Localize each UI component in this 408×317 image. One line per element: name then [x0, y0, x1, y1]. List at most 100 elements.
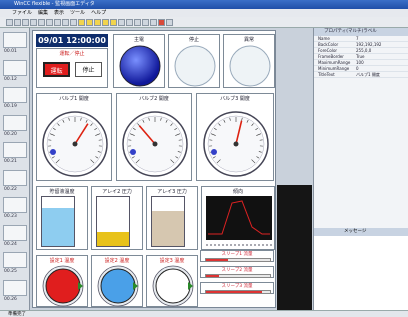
- property-value[interactable]: 255,0,0: [354, 48, 408, 53]
- tank-fill: [97, 232, 129, 246]
- gauge-dial[interactable]: [117, 94, 193, 182]
- save-icon[interactable]: [22, 18, 29, 26]
- image-icon[interactable]: [110, 18, 117, 26]
- undo-icon[interactable]: [54, 18, 61, 26]
- tank-level: [96, 196, 130, 247]
- slider-1[interactable]: スリーブ1 流量: [200, 250, 274, 262]
- clock-display: 09/01 12:00:00: [36, 34, 108, 47]
- tank-panel-2: アレイ2 圧力: [91, 186, 143, 250]
- align-center-icon[interactable]: [126, 18, 133, 26]
- properties-pane: プロパティ(マルチ)ラベル Name 7 BackColor 192,192,192 F…: [313, 28, 408, 228]
- slider-track[interactable]: [205, 274, 271, 278]
- pointer-icon[interactable]: [70, 18, 77, 26]
- slider-title: スリーブ1 流量: [221, 252, 253, 257]
- screen-thumbnail[interactable]: [3, 252, 27, 268]
- zoom-icon[interactable]: [166, 18, 173, 26]
- menu-file[interactable]: ファイル: [12, 9, 32, 17]
- tank-panel-1: 貯留液温度: [36, 186, 88, 250]
- knob-dial[interactable]: [37, 256, 89, 308]
- property-value[interactable]: バルブ1 開度: [354, 72, 408, 77]
- knob-body: [100, 268, 136, 304]
- screen-thumbnail[interactable]: [3, 114, 27, 131]
- property-value[interactable]: True: [354, 54, 408, 59]
- stop-button[interactable]: 停止: [75, 62, 102, 77]
- property-value[interactable]: 100: [354, 60, 408, 65]
- property-value[interactable]: 7: [354, 36, 408, 41]
- property-key: TitleText: [318, 72, 335, 77]
- knob-panel-3: 設定3 温度: [146, 255, 198, 307]
- menu-help[interactable]: ヘルプ: [91, 9, 106, 17]
- tank-fill: [42, 207, 74, 246]
- menu-edit[interactable]: 編集: [38, 9, 48, 17]
- gauge-panel-1: バルブ1 開度: [36, 93, 112, 181]
- gauge-panel-3: バルブ3 開度: [196, 93, 274, 181]
- property-key: MinimumRange: [318, 66, 350, 71]
- align-left-icon[interactable]: [118, 18, 125, 26]
- slider-track[interactable]: [205, 290, 271, 294]
- redo-icon[interactable]: [62, 18, 69, 26]
- tank-title: 貯留液温度: [49, 189, 75, 195]
- run-stop-panel: 運転／停止 運転 停止: [36, 48, 108, 88]
- message-pane: メッセージ: [313, 228, 408, 312]
- gauge-indicator: [50, 149, 56, 155]
- ellipse-icon[interactable]: [94, 18, 101, 26]
- knob-body: [155, 268, 191, 304]
- lamp-panel-fault: 異常: [223, 34, 275, 88]
- slider-2[interactable]: スリーブ2 流量: [200, 266, 274, 278]
- slider-title: スリーブ2 流量: [221, 268, 253, 273]
- screen-thumbnail-label: 00.01: [4, 49, 17, 54]
- screen-thumbnail[interactable]: [3, 197, 27, 213]
- ungroup-icon[interactable]: [150, 18, 157, 26]
- run-icon[interactable]: [158, 18, 165, 26]
- lamp-panel-stop: 停止: [168, 34, 220, 88]
- property-key: BackColor: [318, 42, 339, 47]
- screen-thumbnail[interactable]: [3, 87, 27, 103]
- slider-fill: [206, 259, 229, 261]
- screen-thumbnail-label: 00.22: [4, 186, 17, 192]
- slider-fill: [206, 291, 263, 293]
- screen-thumbnail-label: 00.20: [4, 131, 17, 137]
- cut-icon[interactable]: [30, 18, 37, 26]
- slider-fill: [206, 275, 219, 277]
- slider-track[interactable]: [205, 258, 271, 262]
- gauge-dial[interactable]: [197, 94, 275, 182]
- property-key: FrameBorder: [318, 54, 344, 59]
- gauge-indicator: [211, 149, 217, 155]
- property-value[interactable]: 0: [354, 66, 408, 71]
- knob-panel-2: 設定2 温度: [91, 255, 143, 307]
- screen-thumbnail-label: 00.25: [4, 269, 17, 274]
- screen-thumbnail[interactable]: [3, 279, 27, 296]
- gauge-indicator: [130, 149, 136, 155]
- gauge-panel-2: バルブ2 開度: [116, 93, 192, 181]
- paste-icon[interactable]: [46, 18, 53, 26]
- screen-thumbnail[interactable]: [3, 142, 27, 158]
- property-row[interactable]: TitleText バルブ1 開度: [314, 72, 408, 78]
- gauge-dial[interactable]: [37, 94, 113, 182]
- gauge-hub: [233, 141, 239, 147]
- menu-tools[interactable]: ツール: [70, 9, 85, 17]
- tank-fill: [152, 210, 184, 246]
- rect-icon[interactable]: [86, 18, 93, 26]
- knob-dial[interactable]: [147, 256, 199, 308]
- lamp-panel-main: 主電: [113, 34, 165, 88]
- screen-thumbnail[interactable]: [3, 169, 27, 186]
- align-right-icon[interactable]: [134, 18, 141, 26]
- shape-icon[interactable]: [78, 18, 85, 26]
- screen-thumbnail[interactable]: [3, 32, 27, 48]
- menu-view[interactable]: 表示: [54, 9, 64, 17]
- screen-thumbnail[interactable]: [3, 224, 27, 241]
- screen-thumbnail-label: 00.21: [4, 159, 17, 164]
- text-icon[interactable]: [102, 18, 109, 26]
- lamp-fault-icon: [229, 45, 271, 87]
- screen-thumbnail[interactable]: [3, 59, 27, 76]
- slider-3[interactable]: スリーブ3 流量: [200, 282, 274, 294]
- property-value[interactable]: 192,192,192: [354, 42, 408, 47]
- run-button[interactable]: 運転: [43, 62, 70, 77]
- screen-thumbnail-label: 00.12: [4, 76, 17, 82]
- group-icon[interactable]: [142, 18, 149, 26]
- copy-icon[interactable]: [38, 18, 45, 26]
- new-icon[interactable]: [6, 18, 13, 26]
- knob-dial[interactable]: [92, 256, 144, 308]
- properties-grid: Name 7 BackColor 192,192,192 ForeColor 255,0,…: [314, 36, 408, 78]
- open-icon[interactable]: [14, 18, 21, 26]
